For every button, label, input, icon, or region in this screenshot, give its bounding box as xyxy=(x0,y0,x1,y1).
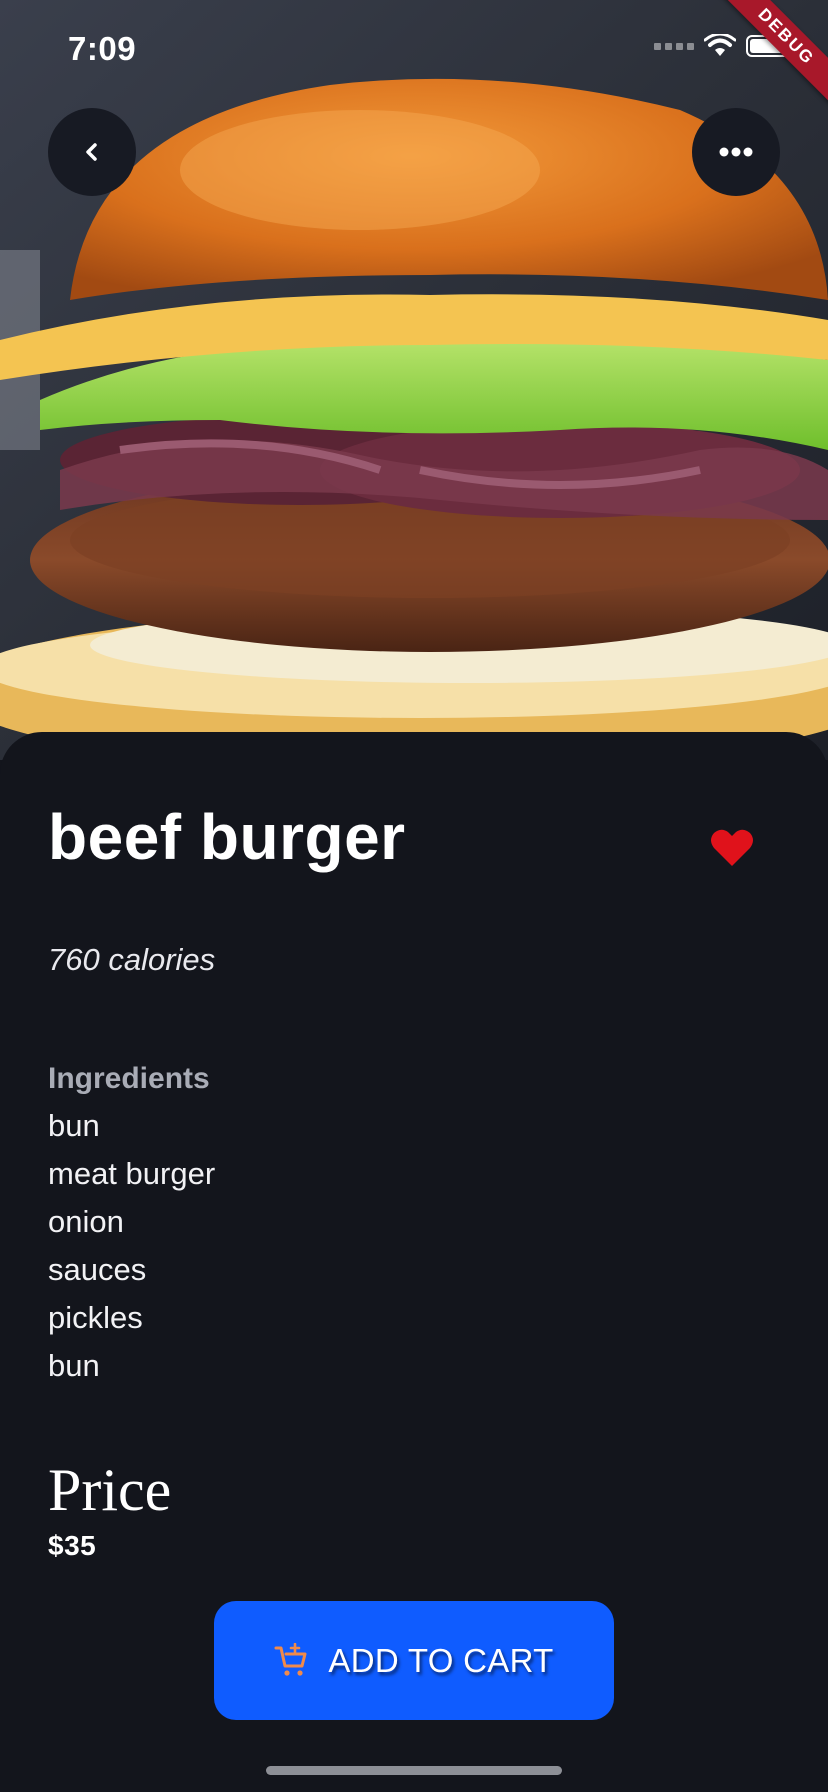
ingredient-item: onion xyxy=(48,1204,124,1239)
ingredient-item: sauces xyxy=(48,1252,147,1287)
home-indicator xyxy=(266,1766,562,1775)
back-button[interactable] xyxy=(48,108,136,196)
ingredient-item: bun xyxy=(48,1348,100,1383)
more-horizontal-icon xyxy=(719,147,753,157)
wifi-icon xyxy=(704,34,736,56)
status-time: 7:09 xyxy=(68,30,137,67)
product-title: beef burger xyxy=(48,801,406,873)
ingredients-list: bun meat burger onion sauces pickles bun xyxy=(48,1106,215,1394)
ingredient-item: bun xyxy=(48,1108,100,1143)
price-heading: Price xyxy=(48,1457,172,1523)
price-value: $35 xyxy=(48,1530,97,1561)
calories-text: 760 calories xyxy=(48,942,216,977)
add-to-cart-button[interactable]: ADD TO CART xyxy=(214,1601,614,1720)
favorite-heart-icon[interactable] xyxy=(710,828,754,868)
cart-plus-icon xyxy=(274,1642,307,1676)
ingredients-heading: Ingredients xyxy=(48,1062,210,1095)
add-to-cart-label: ADD TO CART xyxy=(328,1641,554,1679)
more-button[interactable] xyxy=(692,108,780,196)
ingredient-item: meat burger xyxy=(48,1156,216,1191)
signal-icon xyxy=(654,42,694,50)
chevron-left-icon xyxy=(86,143,97,161)
ingredient-item: pickles xyxy=(48,1300,143,1335)
product-image xyxy=(0,0,828,760)
